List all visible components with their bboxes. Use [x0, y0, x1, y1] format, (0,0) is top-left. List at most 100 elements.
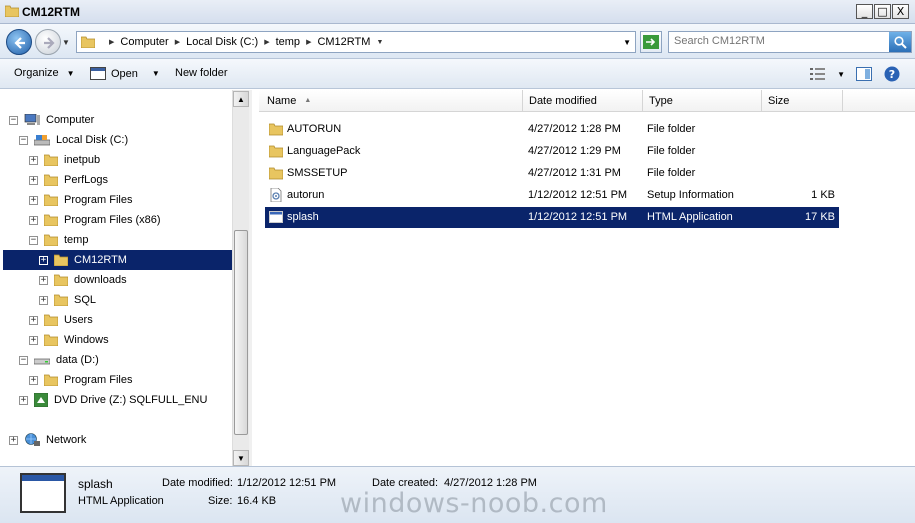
expand-icon[interactable]: + [29, 155, 38, 165]
search-button[interactable] [889, 32, 911, 52]
expand-icon[interactable]: + [29, 335, 38, 345]
file-type: File folder [647, 167, 696, 179]
breadcrumb-item[interactable]: Computer ▶ [120, 36, 186, 48]
hard-drive-icon [34, 358, 50, 365]
expand-icon[interactable]: + [19, 395, 28, 405]
tree-item-cm12rtm[interactable]: + CM12RTM [3, 250, 232, 270]
navigation-tree: − Computer − Local Disk (C:) + inetpub +… [0, 90, 232, 466]
organize-button[interactable]: Organize ▼ [14, 67, 75, 79]
file-name: splash [287, 211, 319, 223]
expand-icon[interactable]: + [29, 315, 38, 325]
scroll-down-arrow-icon[interactable]: ▼ [233, 450, 249, 466]
open-button[interactable]: Open ▼ [90, 67, 160, 80]
svg-text:?: ? [889, 68, 895, 81]
expand-icon[interactable]: + [39, 275, 48, 285]
tree-scrollbar[interactable]: ▲ ▼ [232, 90, 249, 466]
file-size: 17 KB [805, 211, 835, 223]
file-row[interactable]: SMSSETUP 4/27/2012 1:31 PM File folder [265, 163, 839, 184]
details-size-label: Size: [208, 495, 233, 507]
collapse-icon[interactable]: − [19, 135, 28, 145]
column-header-name[interactable]: Name ▲ [259, 90, 523, 112]
tree-item-users[interactable]: + Users [29, 310, 93, 330]
html-application-icon [269, 211, 283, 223]
breadcrumb-arrow-icon[interactable]: ▶ [109, 38, 114, 46]
address-bar[interactable]: ▶ Computer ▶ Local Disk (C:) ▶ temp ▶ CM12R… [76, 31, 636, 53]
expand-icon[interactable]: + [39, 295, 48, 305]
setup-information-icon [270, 188, 282, 202]
collapse-icon[interactable]: − [9, 115, 18, 125]
tree-label: CM12RTM [74, 254, 127, 266]
file-name: AUTORUN [287, 123, 342, 135]
file-row-selected[interactable]: splash 1/12/2012 12:51 PM HTML Applicati… [265, 207, 839, 228]
address-dropdown-icon[interactable]: ▼ [623, 38, 631, 47]
search-box[interactable] [668, 31, 912, 53]
collapse-icon[interactable]: − [19, 355, 28, 365]
command-bar: Organize ▼ Open ▼ New folder ▼ ? [0, 59, 915, 89]
close-button[interactable]: X [892, 4, 909, 19]
tree-item-windows[interactable]: + Windows [29, 330, 109, 350]
tree-item-program-files-x86[interactable]: + Program Files (x86) [29, 210, 161, 230]
file-row[interactable]: AUTORUN 4/27/2012 1:28 PM File folder [265, 119, 839, 140]
tree-item-data-program-files[interactable]: + Program Files [29, 370, 132, 390]
tree-item-temp[interactable]: − temp [29, 230, 88, 250]
expand-icon[interactable]: + [29, 195, 38, 205]
tree-item-local-disk[interactable]: − Local Disk (C:) [19, 130, 128, 150]
expand-icon[interactable]: + [29, 175, 38, 185]
help-icon: ? [884, 66, 900, 82]
collapse-icon[interactable]: − [29, 235, 38, 245]
file-name: SMSSETUP [287, 167, 348, 179]
folder-icon [54, 294, 68, 306]
scroll-thumb[interactable] [234, 230, 248, 435]
view-dropdown-icon[interactable]: ▼ [837, 70, 845, 79]
breadcrumb-item[interactable]: CM12RTM ▼ [317, 36, 389, 48]
watermark: windows-noob.com [340, 488, 608, 519]
maximize-button[interactable]: □ [874, 4, 891, 19]
tree-item-sql[interactable]: + SQL [39, 290, 96, 310]
expand-icon[interactable]: + [9, 435, 18, 445]
folder-icon [44, 194, 58, 206]
folder-icon [5, 5, 19, 17]
help-button[interactable]: ? [883, 65, 901, 83]
column-header-date-modified[interactable]: Date modified [523, 90, 643, 112]
tree-item-network[interactable]: + Network [9, 430, 86, 450]
folder-icon [44, 214, 58, 226]
expand-icon[interactable]: + [29, 215, 38, 225]
tree-item-computer[interactable]: − Computer [9, 110, 94, 130]
tree-item-program-files[interactable]: + Program Files [29, 190, 132, 210]
change-view-button[interactable] [809, 65, 827, 83]
organize-label: Organize [14, 67, 59, 79]
tree-label: temp [64, 234, 89, 246]
minimize-button[interactable]: _ [856, 4, 873, 19]
breadcrumb-item[interactable]: Local Disk (C:) ▶ [186, 36, 276, 48]
refresh-button[interactable] [640, 31, 662, 53]
scroll-up-arrow-icon[interactable]: ▲ [233, 91, 249, 107]
tree-label: Computer [46, 114, 95, 126]
expand-icon[interactable]: + [29, 375, 38, 385]
preview-pane-button[interactable] [855, 65, 873, 83]
tree-item-downloads[interactable]: + downloads [39, 270, 127, 290]
recent-pages-dropdown[interactable]: ▼ [62, 38, 70, 47]
dvd-drive-icon [34, 393, 48, 407]
file-row[interactable]: autorun 1/12/2012 12:51 PM Setup Informa… [265, 185, 839, 206]
forward-button[interactable] [35, 29, 61, 55]
file-row[interactable]: LanguagePack 4/27/2012 1:29 PM File fold… [265, 141, 839, 162]
back-arrow-icon [14, 37, 25, 49]
html-application-icon [20, 473, 66, 513]
search-input[interactable] [674, 35, 884, 47]
tree-item-dvd-drive[interactable]: + DVD Drive (Z:) SQLFULL_ENU [19, 390, 207, 410]
column-header-size[interactable]: Size [762, 90, 843, 112]
tree-label: Network [46, 434, 87, 446]
expand-icon[interactable]: + [39, 255, 48, 265]
details-date-modified-label: Date modified: [162, 477, 233, 489]
tree-item-perflogs[interactable]: + PerfLogs [29, 170, 108, 190]
back-button[interactable] [6, 29, 32, 55]
new-folder-button[interactable]: New folder [175, 67, 228, 79]
breadcrumb-item[interactable]: temp ▶ [276, 36, 318, 48]
column-label: Size [768, 94, 790, 107]
column-header-type[interactable]: Type [643, 90, 762, 112]
tree-item-data-drive[interactable]: − data (D:) [19, 350, 99, 370]
folder-icon [44, 154, 58, 166]
tree-item-inetpub[interactable]: + inetpub [29, 150, 100, 170]
forward-arrow-icon [44, 37, 55, 49]
folder-icon [44, 374, 58, 386]
